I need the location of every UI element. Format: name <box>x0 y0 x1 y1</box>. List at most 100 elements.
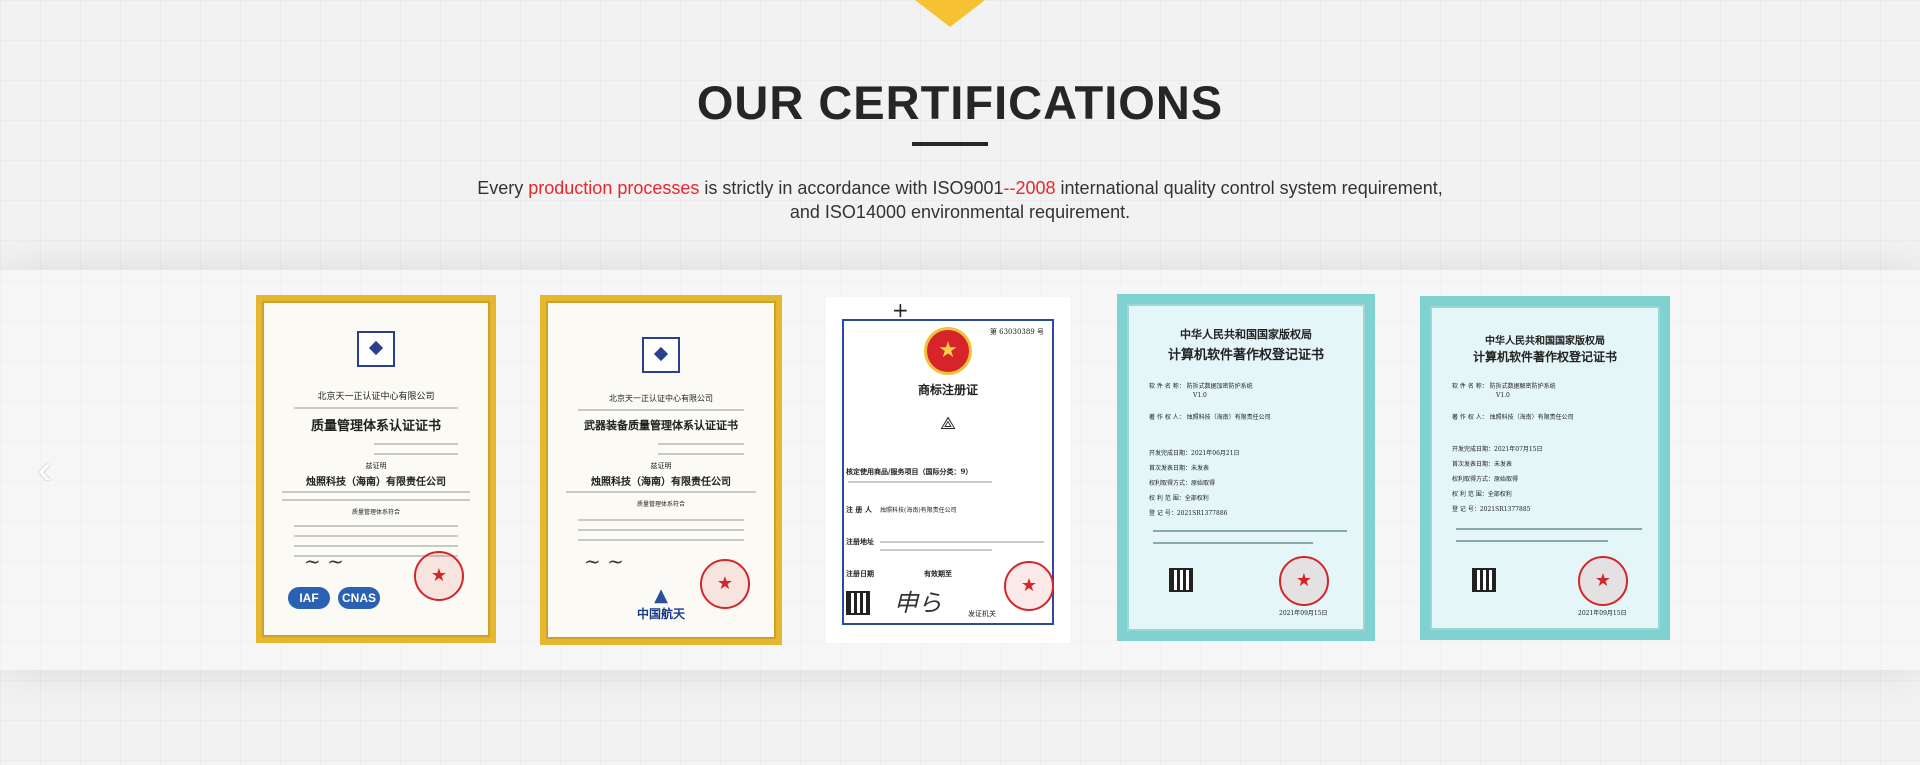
divider <box>374 443 458 445</box>
cert-title: 计算机软件著作权登记证书 <box>1167 348 1324 363</box>
divider <box>294 545 458 547</box>
reg-label: 登 记 号： <box>1452 506 1480 513</box>
done-row: 开发完成日期：2021年07月15日 <box>1452 442 1543 457</box>
reg-row: 登 记 号：2021SR1377885 <box>1452 502 1543 517</box>
reg-label: 登 记 号： <box>1149 510 1177 517</box>
signature: 申ら <box>894 589 942 617</box>
owner-value: 烛照科技（海南）有限责任公司 <box>1186 414 1271 421</box>
qr-code-icon <box>1472 568 1496 592</box>
registrant-label: 注 册 人 <box>846 505 872 514</box>
acquire-label: 权利取得方式： <box>1149 480 1192 487</box>
registrant-value: 烛照科技(海南)有限责任公司 <box>880 507 957 514</box>
cert-title: 商标注册证 <box>917 383 978 397</box>
publish-label: 首次发表日期： <box>1149 465 1192 472</box>
address-label: 注册地址 <box>846 537 874 546</box>
certifier-logo-icon <box>357 331 395 367</box>
done-row: 开发完成日期：2021年06月21日 <box>1149 446 1240 461</box>
desc-highlight-1: production processes <box>528 178 700 198</box>
cert-title: 计算机软件著作权登记证书 <box>1472 350 1617 364</box>
period-label: 有效期至 <box>924 569 952 578</box>
divider <box>294 525 458 527</box>
desc-text-3: international quality control system req… <box>1055 178 1443 198</box>
done-label: 开发完成日期： <box>1149 450 1192 457</box>
red-seal-stamp <box>414 551 464 601</box>
qr-code-icon <box>1169 568 1193 592</box>
issuer-label: 发证机关 <box>968 610 996 618</box>
certificate-software-copyright-1[interactable]: 中华人民共和国国家版权局 计算机软件著作权登记证书 软 件 名 称： 防拆式数据… <box>1117 294 1375 641</box>
scope-value: 全部权利 <box>1487 491 1512 498</box>
version-value: V1.0 <box>1496 392 1510 399</box>
publish-label: 首次发表日期： <box>1452 461 1495 468</box>
divider <box>578 409 744 411</box>
title-underline <box>912 142 988 146</box>
prev-arrow-glyph: ‹ <box>38 448 52 492</box>
top-marker-triangle <box>915 0 985 27</box>
publish-row: 首次发表日期：未发表 <box>1452 457 1543 472</box>
publish-value: 未发表 <box>1494 461 1513 468</box>
cert-issuer: 北京天一正认证中心有限公司 <box>317 392 435 402</box>
software-label: 软 件 名 称： <box>1149 383 1185 390</box>
trademark-mark-icon: ⟁ <box>939 413 957 434</box>
section-description: Every production processes is strictly i… <box>440 176 1480 224</box>
software-label: 软 件 名 称： <box>1452 383 1488 390</box>
certificate-weapons-quality[interactable]: 北京天一正认证中心有限公司 武器装备质量管理体系认证证书 兹证明 烛照科技（海南… <box>540 295 782 645</box>
divider <box>1456 528 1642 530</box>
divider <box>880 541 1044 543</box>
acquire-value: 原始取得 <box>1494 476 1519 483</box>
divider <box>282 499 470 501</box>
software-row: 软 件 名 称： 防拆式数据解密防护系统 V1.0 <box>1452 382 1556 400</box>
publish-row: 首次发表日期：未发表 <box>1149 461 1240 476</box>
divider <box>578 529 744 531</box>
certificate-page: 中华人民共和国国家版权局 计算机软件著作权登记证书 软 件 名 称： 防拆式数据… <box>1127 304 1365 631</box>
red-seal-stamp <box>1004 561 1054 611</box>
done-value: 2021年06月21日 <box>1191 450 1240 457</box>
acquire-label: 权利取得方式： <box>1452 476 1495 483</box>
divider <box>1456 540 1608 542</box>
certificate-page: 北京天一正认证中心有限公司 质量管理体系认证证书 兹证明 烛照科技（海南）有限责… <box>262 301 490 637</box>
software-value: 防拆式数据解密防护系统 <box>1489 383 1556 390</box>
scope-label: 权 利 范 围： <box>1452 491 1488 498</box>
cert-header: 中华人民共和国国家版权局 <box>1180 328 1312 341</box>
divider <box>1153 530 1347 532</box>
owner-row: 著 作 权 人： 烛照科技（海南）有限责任公司 <box>1149 412 1271 421</box>
done-label: 开发完成日期： <box>1452 446 1495 453</box>
certificate-software-copyright-2[interactable]: 中华人民共和国国家版权局 计算机软件著作权登记证书 软 件 名 称： 防拆式数据… <box>1420 296 1670 640</box>
divider <box>880 549 992 551</box>
owner-label: 著 作 权 人： <box>1452 414 1488 421</box>
cert-issuer: 北京天一正认证中心有限公司 <box>609 394 713 403</box>
certificate-quality-management[interactable]: 北京天一正认证中心有限公司 质量管理体系认证证书 兹证明 烛照科技（海南）有限责… <box>256 295 496 643</box>
cert-scope-label: 质量管理体系符合 <box>636 501 685 508</box>
owner-value: 烛照科技（海南）有限责任公司 <box>1489 414 1574 421</box>
acquire-row: 权利取得方式：原始取得 <box>1452 472 1543 487</box>
national-emblem-icon <box>924 327 972 375</box>
certifier-logo-icon <box>642 337 680 373</box>
red-seal-stamp <box>1279 556 1329 606</box>
desc-text-1: Every <box>477 178 529 198</box>
certificate-trademark[interactable]: 第 63030389 号 商标注册证 ⟁ 核定使用商品/服务项目（国际分类：9）… <box>826 297 1070 643</box>
brand-name: 中国航天 <box>636 607 685 621</box>
desc-highlight-2: --2008 <box>1003 178 1056 198</box>
divider <box>294 535 458 537</box>
divider <box>658 453 744 455</box>
cert-company: 烛照科技（海南）有限责任公司 <box>306 477 446 488</box>
publish-value: 未发表 <box>1191 465 1210 472</box>
owner-row: 著 作 权 人： 烛照科技（海南）有限责任公司 <box>1452 412 1574 421</box>
divider <box>282 491 470 493</box>
divider <box>374 453 458 455</box>
software-row: 软 件 名 称： 防拆式数据加密防护系统 V1.0 <box>1149 382 1253 400</box>
cert-date: 2021年09月15日 <box>1279 610 1328 617</box>
cert-number-label: 第 <box>989 328 997 336</box>
cert-header: 中华人民共和国国家版权局 <box>1485 336 1605 347</box>
cert-section-label: 兹证明 <box>365 462 387 470</box>
chevron-left-icon[interactable]: ‹ <box>38 450 68 490</box>
cert-section-label: 兹证明 <box>650 462 672 470</box>
desc-text-line2: and ISO14000 environmental requirement. <box>789 202 1131 222</box>
done-value: 2021年07月15日 <box>1494 446 1543 453</box>
software-value: 防拆式数据加密防护系统 <box>1186 383 1253 390</box>
details-block: 开发完成日期：2021年07月15日 首次发表日期：未发表 权利取得方式：原始取… <box>1452 442 1543 517</box>
signature: ~ ~ <box>304 549 344 573</box>
certificate-page: 第 63030389 号 商标注册证 ⟁ 核定使用商品/服务项目（国际分类：9）… <box>842 319 1054 625</box>
date-label: 注册日期 <box>846 569 874 578</box>
divider <box>578 519 744 521</box>
cert-date: 2021年09月15日 <box>1578 610 1627 617</box>
